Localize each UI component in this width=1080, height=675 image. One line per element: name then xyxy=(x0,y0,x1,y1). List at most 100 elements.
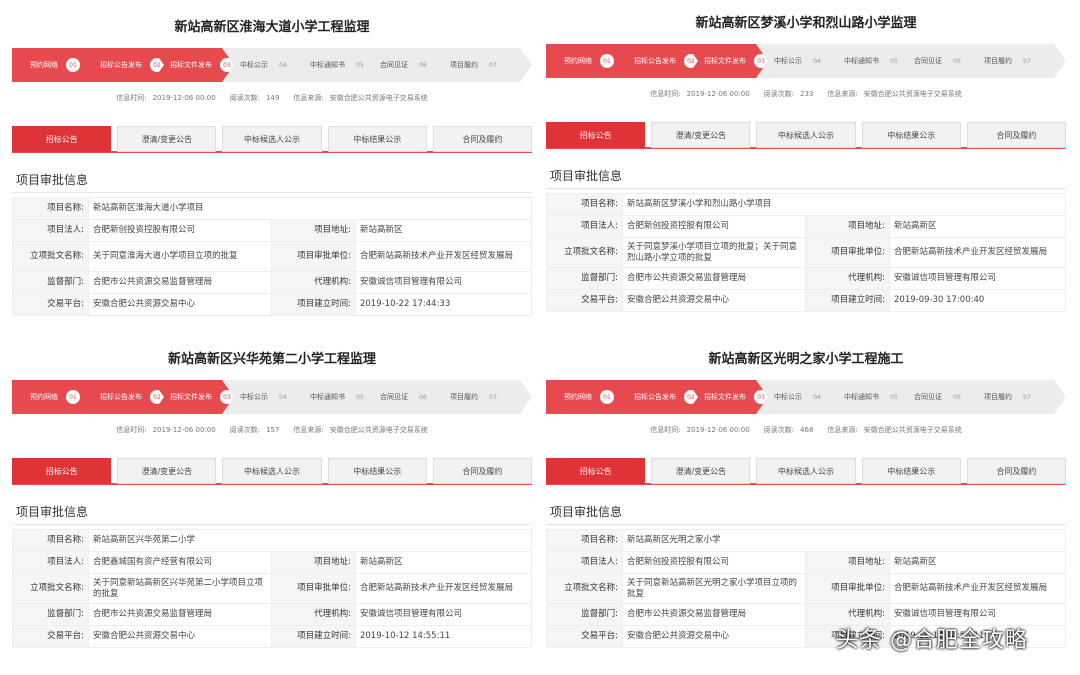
step-label: 中标公示 xyxy=(774,57,802,65)
step-label: 招标文件发布 xyxy=(704,57,746,65)
progress-step[interactable]: 合同见证 06 xyxy=(362,48,446,82)
step-number: 04 xyxy=(813,393,821,401)
field-value: 新站高新区 xyxy=(354,219,532,242)
step-label: 中标公示 xyxy=(774,393,802,401)
info-source-label: 信息来源: xyxy=(827,90,858,98)
tab-0[interactable]: 招标公告 xyxy=(546,458,646,484)
step-label: 项目履约 xyxy=(984,57,1012,65)
progress-step[interactable]: 合同见证 06 xyxy=(362,380,446,414)
field-value: 2019-09-30 17:00:40 xyxy=(889,289,1066,312)
field-value: 合肥新站高新技术产业开发区经贸发展局 xyxy=(889,573,1066,604)
progress-steps: 预约网络 01 招标公告发布 02 招标文件发布 03 中标公示 04 中标通知书 05 合同见证 0… xyxy=(12,48,532,82)
step-number: 05 xyxy=(356,61,364,69)
progress-step[interactable]: 预约网络 01 xyxy=(12,48,96,82)
tab-2[interactable]: 中标候选人公示 xyxy=(222,126,322,152)
info-views-label: 阅读次数: xyxy=(229,94,261,102)
field-key: 立项批文名称: xyxy=(546,573,623,604)
tab-4[interactable]: 合同及履约 xyxy=(432,458,532,484)
approval-table: 项目名称: 新站高新区兴华苑第二小学 项目法人: 合肥鑫城国有资产经营有限公司 项目地… xyxy=(12,529,532,648)
progress-step[interactable]: 招标文件发布 03 xyxy=(152,48,236,82)
progress-step[interactable]: 中标通知书 05 xyxy=(292,380,376,414)
progress-step[interactable]: 预约网络 01 xyxy=(12,380,96,414)
field-value: 新站高新区兴华苑第二小学 xyxy=(88,529,532,552)
tab-bar: 招标公告 澄清/变更公告 中标候选人公示 中标结果公示 合同及履约 xyxy=(546,122,1066,148)
step-number: 06 xyxy=(419,393,427,401)
progress-step[interactable]: 中标通知书 05 xyxy=(826,44,910,78)
progress-step[interactable]: 招标公告发布 02 xyxy=(82,48,166,82)
info-time: 2019-12-06 00:00 xyxy=(152,94,216,102)
tab-4[interactable]: 合同及履约 xyxy=(966,122,1066,148)
progress-step[interactable]: 招标文件发布 03 xyxy=(152,380,236,414)
progress-step[interactable]: 招标文件发布 03 xyxy=(686,44,770,78)
step-label: 预约网络 xyxy=(564,393,592,401)
field-key: 交易平台: xyxy=(546,289,623,312)
progress-step[interactable]: 招标公告发布 02 xyxy=(616,380,700,414)
progress-step[interactable]: 中标公示 04 xyxy=(222,48,306,82)
step-label: 招标文件发布 xyxy=(170,393,212,401)
progress-step[interactable]: 招标文件发布 03 xyxy=(686,380,770,414)
project-title: 新站高新区光明之家小学工程施工 xyxy=(708,352,904,367)
table-row: 项目名称: 新站高新区兴华苑第二小学 xyxy=(12,529,532,552)
field-value: 合肥鑫城国有资产经营有限公司 xyxy=(88,551,272,574)
project-panel: 新站高新区兴华苑第二小学工程监理 预约网络 01 招标公告发布 02 招标文件发布 03 中… xyxy=(12,340,532,672)
field-value: 合肥新创投资控股有限公司 xyxy=(622,551,806,574)
info-time-label: 信息时间: xyxy=(650,426,681,434)
progress-step[interactable]: 项目履约 07 xyxy=(432,380,532,414)
tab-1[interactable]: 澄清/变更公告 xyxy=(117,458,217,484)
progress-step[interactable]: 中标通知书 05 xyxy=(826,380,910,414)
field-value: 合肥新站高新技术产业开发区经贸发展局 xyxy=(354,573,532,604)
progress-step[interactable]: 项目履约 07 xyxy=(966,44,1066,78)
tab-1[interactable]: 澄清/变更公告 xyxy=(651,122,751,148)
tab-2[interactable]: 中标候选人公示 xyxy=(756,122,856,148)
info-time: 2019-12-06 00:00 xyxy=(686,90,750,98)
info-source-label: 信息来源: xyxy=(293,426,324,434)
field-key: 项目地址: xyxy=(805,215,890,238)
tab-1[interactable]: 澄清/变更公告 xyxy=(117,126,217,152)
step-number: 05 xyxy=(890,393,898,401)
progress-step[interactable]: 中标公示 04 xyxy=(756,380,840,414)
field-key: 代理机构: xyxy=(270,271,356,294)
step-number: 07 xyxy=(1023,57,1031,65)
field-value: 安徽诚信项目管理有限公司 xyxy=(354,603,532,626)
table-row: 项目名称: 新站高新区光明之家小学 xyxy=(546,529,1066,552)
field-key: 项目审批单位: xyxy=(270,573,356,604)
tab-2[interactable]: 中标候选人公示 xyxy=(756,458,856,484)
info-views: 468 xyxy=(800,426,814,434)
tab-2[interactable]: 中标候选人公示 xyxy=(222,458,322,484)
step-label: 中标通知书 xyxy=(844,57,879,65)
tab-3[interactable]: 中标结果公示 xyxy=(327,458,427,484)
step-number: 01 xyxy=(600,390,614,404)
info-line: 信息时间: 2019-12-06 00:00 阅读次数: 468 信息来源: 安… xyxy=(546,414,1066,446)
progress-step[interactable]: 预约网络 01 xyxy=(546,44,630,78)
tab-4[interactable]: 合同及履约 xyxy=(432,126,532,152)
tab-3[interactable]: 中标结果公示 xyxy=(861,122,961,148)
field-value: 安徽合肥公共资源交易中心 xyxy=(622,625,806,648)
section-title: 项目审批信息 xyxy=(546,163,1066,189)
tab-1[interactable]: 澄清/变更公告 xyxy=(651,458,751,484)
progress-step[interactable]: 中标公示 04 xyxy=(756,44,840,78)
step-label: 合同见证 xyxy=(914,57,942,65)
step-number: 04 xyxy=(279,393,287,401)
tab-0[interactable]: 招标公告 xyxy=(546,122,646,148)
progress-step[interactable]: 招标公告发布 02 xyxy=(82,380,166,414)
progress-step[interactable]: 中标通知书 05 xyxy=(292,48,376,82)
tab-0[interactable]: 招标公告 xyxy=(12,126,112,152)
progress-step[interactable]: 项目履约 07 xyxy=(432,48,532,82)
tab-3[interactable]: 中标结果公示 xyxy=(327,126,427,152)
progress-step[interactable]: 预约网络 01 xyxy=(546,380,630,414)
field-key: 代理机构: xyxy=(270,603,356,626)
progress-step[interactable]: 合同见证 06 xyxy=(896,380,980,414)
info-views-label: 阅读次数: xyxy=(763,426,795,434)
step-number: 04 xyxy=(813,57,821,65)
step-label: 中标公示 xyxy=(240,61,268,69)
progress-step[interactable]: 中标公示 04 xyxy=(222,380,306,414)
table-row: 交易平台: 安徽合肥公共资源交易中心 项目建立时间: 2019-10-12 14:55… xyxy=(12,625,532,648)
tab-3[interactable]: 中标结果公示 xyxy=(861,458,961,484)
info-source-label: 信息来源: xyxy=(827,426,858,434)
tab-4[interactable]: 合同及履约 xyxy=(966,458,1066,484)
info-time-label: 信息时间: xyxy=(116,426,147,434)
progress-step[interactable]: 招标公告发布 02 xyxy=(616,44,700,78)
progress-step[interactable]: 项目履约 07 xyxy=(966,380,1066,414)
progress-step[interactable]: 合同见证 06 xyxy=(896,44,980,78)
tab-0[interactable]: 招标公告 xyxy=(12,458,112,484)
